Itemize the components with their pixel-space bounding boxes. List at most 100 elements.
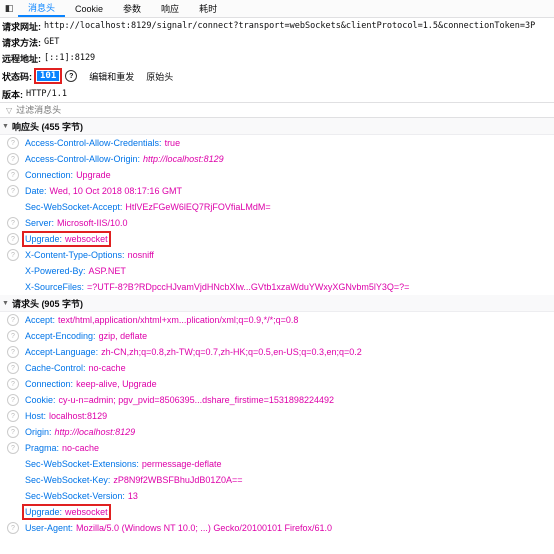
remote-address-value: [::1]:8129 [44, 53, 96, 63]
tab-headers[interactable]: 消息头 [18, 0, 66, 17]
header-help-icon[interactable]: ? [7, 185, 19, 197]
header-row[interactable]: ? Pragma: no-cache [0, 440, 554, 456]
header-value: =?UTF-8?B?RDpccHJvamVjdHNcbXlw...GVtb1xz… [87, 282, 410, 292]
header-value: http://localhost:8129 [143, 154, 224, 164]
tab-response[interactable]: 响应 [151, 0, 189, 17]
header-row[interactable]: Sec-WebSocket-Extensions: permessage-defl… [0, 456, 554, 472]
header-help-icon[interactable]: ? [7, 249, 19, 261]
toggle-panel-icon[interactable]: ◧ [0, 0, 18, 17]
header-row[interactable]: ? Host: localhost:8129 [0, 408, 554, 424]
header-row[interactable]: ? Accept: text/html,application/xhtml+xm..… [0, 312, 554, 328]
header-row[interactable]: ? Accept-Encoding: gzip, deflate [0, 328, 554, 344]
header-row[interactable]: ? Origin: http://localhost:8129 [0, 424, 554, 440]
header-value: ASP.NET [88, 266, 126, 276]
header-separator: : [136, 459, 139, 469]
header-help-icon[interactable]: ? [7, 378, 19, 390]
help-icon[interactable]: ? [65, 70, 78, 82]
header-row[interactable]: ? Upgrade: websocket [0, 231, 554, 247]
tab-params[interactable]: 参数 [113, 0, 151, 17]
header-entry: Accept-Encoding: gzip, deflate [25, 331, 147, 341]
header-row[interactable]: Sec-WebSocket-Accept: HtlVEzFGeW6lEQ7RjFO… [0, 199, 554, 215]
header-row[interactable]: ? User-Agent: Mozilla/5.0 (Windows NT 10.0… [0, 520, 554, 536]
tab-cookies[interactable]: Cookie [65, 0, 113, 17]
status-code-row: 状态码: 101 ? 编辑和重发 原始头 [0, 66, 554, 86]
header-name: Host [25, 411, 44, 421]
header-help-icon[interactable]: ? [7, 362, 19, 374]
header-row[interactable]: ? Cache-Control: no-cache [0, 360, 554, 376]
header-value: text/html,application/xhtml+xm...plicati… [58, 315, 299, 325]
header-name: Sec-WebSocket-Version [25, 491, 123, 501]
version-value: HTTP/1.1 [26, 89, 67, 99]
header-row[interactable]: ? Access-Control-Allow-Origin: http://loca… [0, 151, 554, 167]
header-value: Mozilla/5.0 (Windows NT 10.0; ...) Gecko… [76, 523, 333, 533]
header-help-icon[interactable]: ? [7, 522, 19, 534]
header-help-icon[interactable]: ? [7, 137, 19, 149]
header-value: cy-u-n=admin; pgv_pvid=8506395...dshare_… [58, 395, 334, 405]
version-row: 版本: HTTP/1.1 [0, 86, 554, 102]
status-code-badge: 101 [33, 68, 63, 84]
header-row[interactable]: ? Accept-Language: zh-CN,zh;q=0.8,zh-TW;q=… [0, 344, 554, 360]
header-separator: : [119, 202, 123, 212]
header-value: no-cache [88, 363, 126, 373]
header-row[interactable]: X-SourceFiles: =?UTF-8?B?RDpccHJvamVjdHNc… [0, 279, 554, 295]
header-separator: : [44, 186, 47, 196]
header-entry: Pragma: no-cache [25, 443, 99, 453]
header-name: Server [25, 218, 52, 228]
header-help-icon[interactable]: ? [7, 442, 19, 454]
header-value: nosniff [127, 250, 154, 260]
header-separator: : [59, 234, 63, 244]
request-url-label: 请求网址: [2, 21, 41, 32]
header-separator: : [59, 507, 63, 517]
header-help-icon[interactable]: ? [7, 410, 19, 422]
header-row[interactable]: ? Connection: Upgrade [0, 167, 554, 183]
header-row[interactable]: ? Date: Wed, 10 Oct 2018 08:17:16 GMT [0, 183, 554, 199]
header-row[interactable]: ? Connection: keep-alive, Upgrade [0, 376, 554, 392]
header-help-icon[interactable]: ? [7, 426, 19, 438]
header-row[interactable]: X-Powered-By: ASP.NET [0, 263, 554, 279]
header-value: gzip, deflate [98, 331, 148, 341]
header-entry: Server: Microsoft-IIS/10.0 [25, 218, 128, 228]
header-row[interactable]: ? X-Content-Type-Options: nosniff [0, 247, 554, 263]
header-help-icon[interactable]: ? [7, 169, 19, 181]
header-help-icon[interactable]: ? [7, 314, 19, 326]
request-headers-section[interactable]: ▼ 请求头 (905 字节) [0, 295, 554, 312]
tab-timings[interactable]: 耗时 [189, 0, 227, 17]
header-entry: Date: Wed, 10 Oct 2018 08:17:16 GMT [25, 186, 182, 196]
header-help-icon[interactable]: ? [7, 153, 19, 165]
header-help-icon[interactable]: ? [7, 346, 19, 358]
header-name: Cookie [25, 395, 54, 405]
header-name: Date [25, 186, 45, 196]
response-headers-title: 响应头 (455 字节) [11, 121, 83, 132]
header-entry: Connection: keep-alive, Upgrade [25, 379, 157, 389]
header-entry: Access-Control-Allow-Origin: http://local… [25, 154, 224, 164]
header-separator: : [52, 315, 56, 325]
header-name: Connection [25, 379, 71, 389]
raw-headers-button[interactable]: 原始头 [146, 70, 173, 83]
header-row[interactable]: ? Access-Control-Allow-Credentials: true [0, 135, 554, 151]
header-row[interactable]: ? Server: Microsoft-IIS/10.0 [0, 215, 554, 231]
header-entry: Upgrade: websocket [22, 231, 111, 247]
request-headers-list: ? Accept: text/html,application/xhtml+xm..… [0, 312, 554, 536]
header-help-icon[interactable]: ? [7, 217, 19, 229]
filter-headers-input[interactable] [16, 105, 134, 115]
header-value: zh-CN,zh;q=0.8,zh-TW;q=0.7,zh-HK;q=0.5,e… [101, 347, 362, 357]
header-entry: X-SourceFiles: =?UTF-8?B?RDpccHJvamVjdHNc… [25, 282, 409, 292]
header-separator: : [159, 138, 162, 148]
header-entry: Origin: http://localhost:8129 [25, 427, 135, 437]
header-value: Upgrade [76, 170, 111, 180]
header-entry: Sec-WebSocket-Extensions: permessage-defl… [25, 459, 221, 469]
header-row[interactable]: Sec-WebSocket-Key: zP8N9f2WBSFBhuJdB01Z0A… [0, 472, 554, 488]
header-help-icon[interactable]: ? [7, 330, 19, 342]
header-help-icon[interactable]: ? [7, 233, 19, 245]
header-row[interactable]: Sec-WebSocket-Version: 13 [0, 488, 554, 504]
header-row[interactable]: ? Cookie: cy-u-n=admin; pgv_pvid=8506395..… [0, 392, 554, 408]
header-row[interactable]: Upgrade: websocket [0, 504, 554, 520]
header-value: keep-alive, Upgrade [76, 379, 157, 389]
request-method-label: 请求方法: [2, 37, 41, 48]
header-name: Connection [25, 170, 71, 180]
request-url-value[interactable]: http://localhost:8129/signalr/connect?tr… [44, 21, 535, 31]
header-help-icon[interactable]: ? [7, 394, 19, 406]
edit-resend-button[interactable]: 编辑和重发 [89, 70, 134, 83]
response-headers-section[interactable]: ▼ 响应头 (455 字节) [0, 118, 554, 135]
request-headers-title: 请求头 (905 字节) [11, 298, 83, 309]
